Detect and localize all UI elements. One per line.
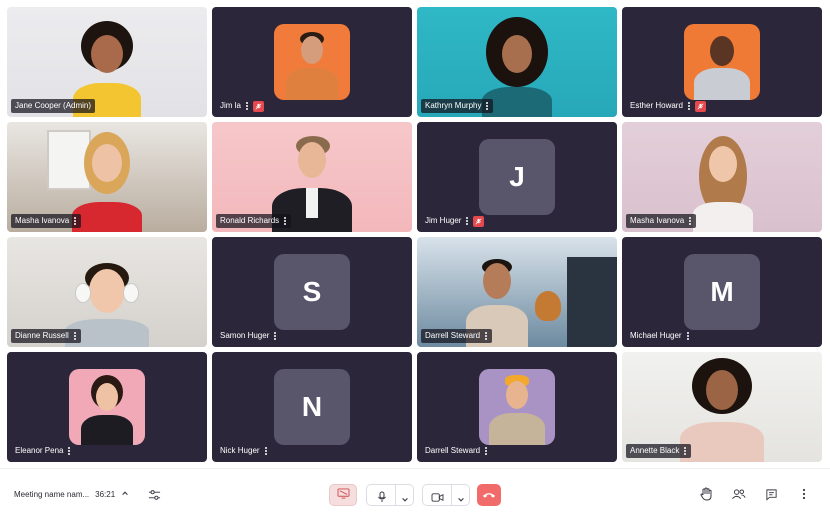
- participant-name-tag: Ronald Richards: [216, 214, 292, 228]
- participant-tile[interactable]: Kathryn Murphy: [417, 7, 617, 117]
- participant-name: Ronald Richards: [220, 216, 280, 225]
- chat-icon[interactable]: [762, 485, 780, 503]
- participant-name-tag: Kathryn Murphy: [421, 99, 494, 113]
- meeting-name: Meeting name nam...: [14, 489, 90, 499]
- chevron-down-icon[interactable]: [401, 491, 409, 509]
- participant-name-tag: Esther Howard: [626, 99, 710, 113]
- participant-tile[interactable]: Jim la: [212, 7, 412, 117]
- more-vertical-icon[interactable]: [688, 217, 692, 225]
- participant-avatar: J: [479, 139, 555, 215]
- participant-avatar: [69, 369, 145, 445]
- participant-tile[interactable]: J Jim Huger: [417, 122, 617, 232]
- mic-muted-icon: [694, 100, 706, 112]
- raise-hand-icon[interactable]: [697, 485, 715, 503]
- screen-share-icon: [337, 486, 350, 504]
- microphone-icon: [377, 490, 387, 508]
- participant-name: Masha Ivanova: [630, 216, 685, 225]
- participant-avatar: [479, 369, 555, 445]
- more-vertical-icon[interactable]: [273, 332, 277, 340]
- mic-muted-icon: [473, 215, 485, 227]
- participant-name: Eleanor Pena: [15, 446, 64, 455]
- more-vertical-icon[interactable]: [484, 447, 488, 455]
- more-vertical-icon[interactable]: [264, 447, 268, 455]
- participant-tile[interactable]: Masha Ivanova: [7, 122, 207, 232]
- sliders-icon[interactable]: [146, 487, 162, 503]
- more-vertical-icon[interactable]: [283, 217, 287, 225]
- more-vertical-icon[interactable]: [73, 332, 77, 340]
- meeting-toolbar: Meeting name nam... 36:21: [0, 468, 830, 519]
- more-vertical-icon[interactable]: [796, 485, 812, 503]
- camera-button[interactable]: [422, 484, 470, 506]
- leave-call-button[interactable]: [477, 484, 501, 506]
- participant-tile[interactable]: M Michael Huger: [622, 237, 822, 347]
- participant-name: Jim Huger: [425, 216, 462, 225]
- participant-name-tag: Samon Huger: [216, 329, 281, 343]
- participant-tile[interactable]: S Samon Huger: [212, 237, 412, 347]
- participant-avatar: [684, 24, 760, 100]
- participant-name: Dianne Russell: [15, 331, 69, 340]
- participant-tile[interactable]: Darrell Steward: [417, 237, 617, 347]
- participant-name: Samon Huger: [220, 331, 270, 340]
- more-vertical-icon[interactable]: [245, 102, 249, 110]
- participants-icon[interactable]: [729, 485, 747, 503]
- participant-avatar: M: [684, 254, 760, 330]
- more-vertical-icon[interactable]: [465, 217, 469, 225]
- participant-name: Darrell Steward: [425, 331, 481, 340]
- participant-name-tag: Jim la: [216, 99, 268, 113]
- participant-tile[interactable]: Eleanor Pena: [7, 352, 207, 462]
- participant-name-tag: Eleanor Pena: [11, 444, 75, 458]
- participant-name: Jane Cooper (Admin): [15, 101, 92, 110]
- more-vertical-icon[interactable]: [686, 332, 690, 340]
- participant-name-tag: Masha Ivanova: [11, 214, 82, 228]
- participant-name-tag: Jim Huger: [421, 214, 488, 228]
- more-vertical-icon[interactable]: [484, 332, 488, 340]
- chevron-up-icon[interactable]: [121, 489, 129, 499]
- participant-tile[interactable]: Jane Cooper (Admin): [7, 7, 207, 117]
- more-vertical-icon[interactable]: [683, 447, 687, 455]
- chevron-down-icon[interactable]: [457, 491, 465, 509]
- phone-hangup-icon: [482, 486, 496, 504]
- participant-tile[interactable]: N Nick Huger: [212, 352, 412, 462]
- participant-name: Darrell Steward: [425, 446, 481, 455]
- monitor-backdrop: [567, 257, 617, 347]
- screen-share-button[interactable]: [329, 484, 357, 506]
- dog: [535, 291, 561, 321]
- participant-tile[interactable]: Esther Howard: [622, 7, 822, 117]
- participant-tile[interactable]: Ronald Richards: [212, 122, 412, 232]
- participant-name-tag: Darrell Steward: [421, 329, 493, 343]
- participant-name: Jim la: [220, 101, 241, 110]
- more-vertical-icon[interactable]: [687, 102, 691, 110]
- participant-tile[interactable]: Masha Ivanova: [622, 122, 822, 232]
- participant-tile[interactable]: Annette Black: [622, 352, 822, 462]
- participant-avatar: S: [274, 254, 350, 330]
- participant-name: Masha Ivanova: [15, 216, 70, 225]
- meeting-info[interactable]: Meeting name nam... 36:21: [14, 489, 129, 499]
- more-vertical-icon[interactable]: [67, 447, 71, 455]
- participant-name: Kathryn Murphy: [425, 101, 482, 110]
- participant-grid: Jane Cooper (Admin) Jim la Kathryn Murph…: [0, 0, 830, 468]
- participant-avatar: N: [274, 369, 350, 445]
- participant-avatar: [274, 24, 350, 100]
- participant-name: Michael Huger: [630, 331, 682, 340]
- more-vertical-icon[interactable]: [73, 217, 77, 225]
- meeting-timer: 36:21: [95, 489, 116, 499]
- participant-name: Nick Huger: [220, 446, 260, 455]
- microphone-button[interactable]: [366, 484, 414, 506]
- participant-tile[interactable]: Darrell Steward: [417, 352, 617, 462]
- participant-name-tag: Michael Huger: [626, 329, 694, 343]
- video-camera-icon: [431, 490, 444, 508]
- participant-name: Annette Black: [630, 446, 680, 455]
- participant-name-tag: Nick Huger: [216, 444, 272, 458]
- mic-muted-icon: [252, 100, 264, 112]
- participant-name-tag: Dianne Russell: [11, 329, 81, 343]
- participant-name-tag: Masha Ivanova: [626, 214, 697, 228]
- participant-tile[interactable]: Dianne Russell: [7, 237, 207, 347]
- participant-name-tag: Annette Black: [626, 444, 692, 458]
- more-vertical-icon[interactable]: [485, 102, 489, 110]
- participant-name-tag: Darrell Steward: [421, 444, 492, 458]
- participant-name: Esther Howard: [630, 101, 683, 110]
- participant-name-tag: Jane Cooper (Admin): [11, 99, 96, 113]
